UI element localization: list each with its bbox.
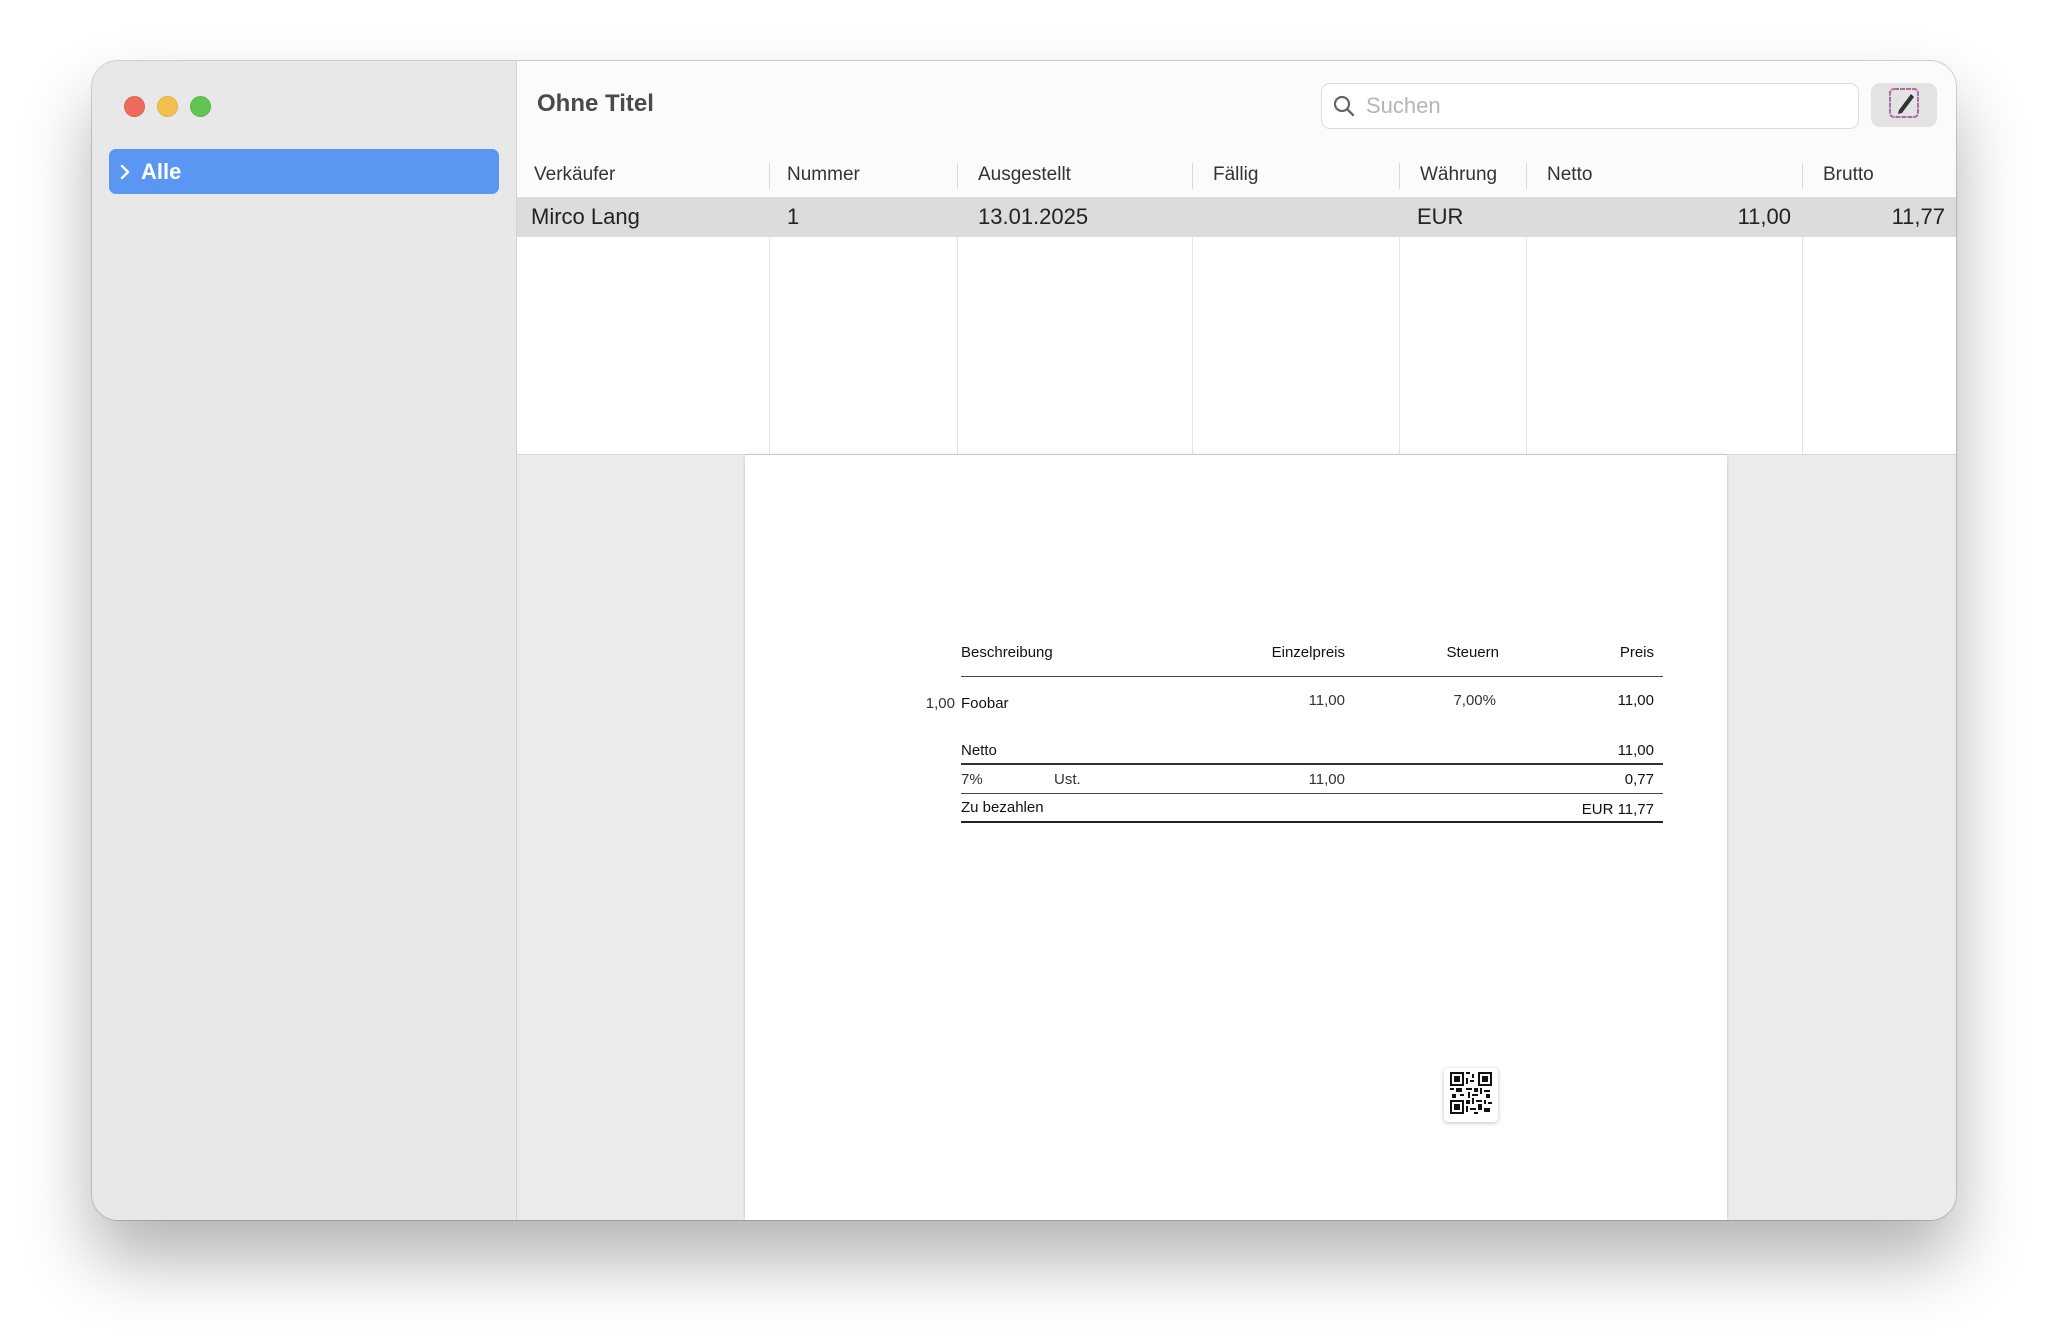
vat-amount: 0,77: [1624, 771, 1654, 788]
invoice-header-price: Preis: [1619, 644, 1654, 661]
column-header-waehrung[interactable]: Währung: [1400, 153, 1526, 196]
app-window: Alle Ohne Titel Suchen Verkäufer Nummer …: [92, 61, 1956, 1220]
column-divider: [1526, 237, 1527, 455]
close-window-button[interactable]: [124, 96, 145, 117]
compose-icon: [1887, 86, 1921, 125]
chevron-right-icon[interactable]: [109, 164, 141, 180]
invoice-header-unit-price: Einzelpreis: [1271, 644, 1345, 661]
column-header-netto[interactable]: Netto: [1527, 153, 1802, 196]
search-field[interactable]: [1321, 83, 1859, 129]
column-divider: [1802, 237, 1803, 455]
cell-nummer: 1: [787, 204, 800, 229]
net-rule: [961, 763, 1663, 765]
minimize-window-button[interactable]: [157, 96, 178, 117]
window-title: Ohne Titel: [537, 90, 654, 117]
cell-verkaeufer: Mirco Lang: [531, 204, 640, 229]
compose-button[interactable]: [1871, 83, 1937, 127]
toolbar: Ohne Titel: [517, 61, 1956, 153]
header-rule: [961, 676, 1663, 677]
cell-ausgestellt: 13.01.2025: [978, 204, 1089, 229]
column-header-brutto[interactable]: Brutto: [1803, 153, 1956, 196]
sidebar: Alle: [92, 61, 517, 1220]
item-qty: 1,00: [925, 695, 955, 712]
qr-code-button[interactable]: [1444, 1068, 1498, 1122]
cell-faellig: [1193, 197, 1399, 237]
invoice-header-tax: Steuern: [1446, 644, 1499, 661]
total-label: Zu bezahlen: [961, 799, 1044, 816]
column-divider: [1192, 237, 1193, 455]
item-unit-price: 11,00: [1308, 692, 1345, 709]
total-rule: [961, 821, 1663, 823]
search-input[interactable]: [1366, 93, 1836, 119]
table-row[interactable]: Mirco Lang 1 13.01.2025 EUR 11,00 11,77: [517, 197, 1956, 237]
sidebar-item-alle[interactable]: Alle: [109, 149, 499, 194]
invoice-header-description: Beschreibung: [961, 644, 1053, 661]
column-divider: [957, 237, 958, 455]
vat-rule: [961, 793, 1663, 794]
zoom-window-button[interactable]: [190, 96, 211, 117]
invoice-table: Verkäufer Nummer Ausgestellt Fällig Währ…: [517, 153, 1956, 455]
column-header-verkaeufer[interactable]: Verkäufer: [517, 153, 769, 196]
cell-brutto: 11,77: [1891, 204, 1945, 229]
vat-label: Ust.: [1054, 771, 1081, 788]
column-header-faellig[interactable]: Fällig: [1193, 153, 1399, 196]
qr-code-icon: [1450, 1071, 1492, 1119]
item-price: 11,00: [1617, 692, 1654, 709]
column-divider: [769, 237, 770, 455]
invoice-preview: Beschreibung Einzelpreis Steuern Preis 1…: [517, 455, 1956, 1220]
table-header: Verkäufer Nummer Ausgestellt Fällig Währ…: [517, 153, 1956, 196]
sidebar-item-label: Alle: [141, 158, 182, 184]
column-divider: [1399, 237, 1400, 455]
cell-waehrung: EUR: [1417, 204, 1464, 229]
main-area: Ohne Titel Verkäufer: [517, 61, 1956, 1220]
item-description: Foobar: [961, 695, 1009, 712]
cell-netto: 11,00: [1737, 204, 1791, 229]
net-value: 11,00: [1617, 742, 1654, 759]
column-header-ausgestellt[interactable]: Ausgestellt: [958, 153, 1192, 196]
item-tax: 7,00%: [1453, 692, 1496, 709]
vat-rate: 7%: [961, 771, 983, 788]
column-header-nummer[interactable]: Nummer: [770, 153, 957, 196]
invoice-page: Beschreibung Einzelpreis Steuern Preis 1…: [745, 455, 1727, 1220]
vat-base: 11,00: [1308, 771, 1345, 788]
net-label: Netto: [961, 742, 997, 759]
total-value: EUR 11,77: [1581, 801, 1654, 818]
search-icon: [1322, 94, 1366, 118]
